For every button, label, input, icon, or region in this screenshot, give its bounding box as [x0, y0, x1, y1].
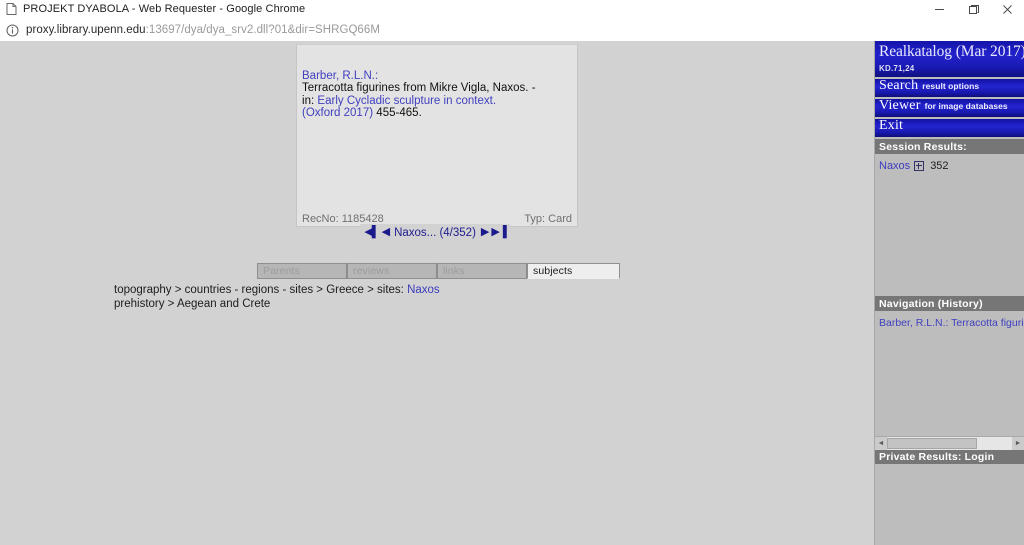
navigation-history-header: Navigation (History) — [875, 296, 1024, 311]
page-icon — [6, 3, 17, 15]
minimize-icon[interactable] — [922, 0, 956, 18]
private-results-body — [875, 464, 1024, 512]
sidebar-item-viewer-sublabel: for image databases — [924, 101, 1008, 111]
session-results-body: Naxos 352 — [875, 154, 1024, 296]
record-line-container: in: Early Cycladic sculpture in context. — [302, 94, 572, 108]
record-line-imprint: (Oxford 2017) 455-465. — [302, 107, 572, 120]
sidebar-item-search-sublabel: result options — [922, 81, 980, 91]
scroll-left-arrow-icon[interactable]: ◄ — [875, 436, 887, 450]
session-results-header: Session Results: — [875, 139, 1024, 154]
main-content-area: . Barber, R.L.N.: Terracotta figurines f… — [0, 41, 874, 545]
brand-title: Realkatalog (Mar 2017) — [879, 43, 1024, 60]
sidebar-item-viewer[interactable]: Viewer for image databases — [875, 99, 1024, 119]
scrollbar-thumb[interactable] — [887, 437, 977, 449]
breadcrumb: topography > countries - regions - sites… — [114, 284, 440, 311]
close-icon[interactable] — [990, 0, 1024, 18]
browser-tab-title[interactable]: PROJEKT DYABOLA - Web Requester - Google… — [23, 3, 305, 15]
window-controls — [922, 0, 1024, 18]
brand-subtitle: KD.71,24 — [879, 64, 915, 73]
next-record-icon[interactable]: ▶ — [481, 227, 490, 238]
tab-subjects[interactable]: subjects — [527, 263, 620, 279]
address-bar[interactable]: proxy.library.upenn.edu:13697/dya/dya_sr… — [26, 24, 380, 36]
record-line-author: Barber, R.L.N.: — [302, 70, 572, 83]
url-path: :13697/dya/dya_srv2.dll?01&dir=SHRGQ66M — [145, 24, 380, 36]
browser-titlebar: PROJEKT DYABOLA - Web Requester - Google… — [0, 0, 1024, 19]
record-line-title: Terracotta figurines from Mikre Vigla, N… — [302, 83, 572, 95]
record-navigation-bar: ◀▌ ◀ Naxos... (4/352) ▶ ▶▐ — [360, 224, 510, 241]
sidebar-horizontal-scrollbar[interactable]: ◄ ► — [875, 436, 1024, 450]
url-host: proxy.library.upenn.edu — [26, 24, 146, 36]
sidebar-item-viewer-label: Viewer — [879, 98, 921, 113]
brand-header: Realkatalog (Mar 2017) KD.71,24 — [875, 41, 1024, 79]
sidebar-item-search[interactable]: Search result options — [875, 79, 1024, 99]
session-result-count: 352 — [930, 160, 949, 172]
breadcrumb-row-2: prehistory > Aegean and Crete — [114, 298, 440, 312]
record-imprint-link[interactable]: (Oxford 2017) — [302, 107, 373, 119]
page-viewport: . Barber, R.L.N.: Terracotta figurines f… — [0, 41, 1024, 545]
record-position-label: Naxos... (4/352) — [394, 226, 476, 239]
tab-links[interactable]: links — [437, 263, 527, 279]
maximize-icon[interactable] — [956, 0, 990, 18]
tab-parents[interactable]: Parents — [257, 263, 347, 279]
sidebar-item-search-label: Search — [879, 78, 919, 93]
previous-record-icon[interactable]: ◀ — [382, 227, 391, 238]
record-card-body: Barber, R.L.N.: Terracotta figurines fro… — [302, 70, 572, 121]
list-item[interactable]: Barber, R.L.N.: Terracotta figurin — [879, 317, 1024, 329]
right-sidebar: Realkatalog (Mar 2017) KD.71,24 Search r… — [874, 41, 1024, 545]
first-record-icon[interactable]: ◀▌ — [364, 227, 379, 238]
record-pages-text: 455-465. — [373, 107, 422, 120]
browser-window: PROJEKT DYABOLA - Web Requester - Google… — [0, 0, 1024, 545]
scroll-right-arrow-icon[interactable]: ► — [1012, 436, 1024, 450]
record-author-link[interactable]: Barber, R.L.N.: — [302, 70, 378, 82]
breadcrumb-link-naxos[interactable]: Naxos — [407, 284, 440, 296]
tab-reviews[interactable]: reviews — [347, 263, 437, 279]
record-container-link[interactable]: Early Cycladic sculpture in context. — [317, 95, 496, 107]
scrollbar-track[interactable] — [887, 436, 1012, 450]
page-artifact: . — [1, 277, 3, 283]
navigation-history-body: Barber, R.L.N.: Terracotta figurin — [875, 311, 1024, 436]
info-circle-icon[interactable] — [6, 24, 19, 37]
last-record-icon[interactable]: ▶▐ — [491, 227, 506, 238]
sidebar-item-exit-label: Exit — [879, 118, 904, 133]
breadcrumb-path-text-2: prehistory > Aegean and Crete — [114, 297, 271, 310]
session-result-name[interactable]: Naxos — [879, 160, 910, 172]
browser-toolbar: proxy.library.upenn.edu:13697/dya/dya_sr… — [0, 19, 1024, 42]
record-tabs: Parents reviews links subjects — [257, 263, 620, 279]
plus-box-icon[interactable] — [914, 161, 925, 171]
record-in-prefix: in: — [302, 94, 318, 107]
private-results-header[interactable]: Private Results: Login — [875, 449, 1024, 464]
breadcrumb-path-text: topography > countries - regions - sites… — [114, 284, 408, 296]
list-item[interactable]: Naxos 352 — [879, 160, 1024, 172]
record-card: Barber, R.L.N.: Terracotta figurines fro… — [296, 44, 578, 227]
sidebar-item-exit[interactable]: Exit — [875, 119, 1024, 139]
record-type: Typ: Card — [524, 213, 572, 225]
record-title-text: Terracotta figurines from Mikre Vigla, N… — [302, 82, 536, 95]
breadcrumb-row-1: topography > countries - regions - sites… — [114, 284, 440, 298]
